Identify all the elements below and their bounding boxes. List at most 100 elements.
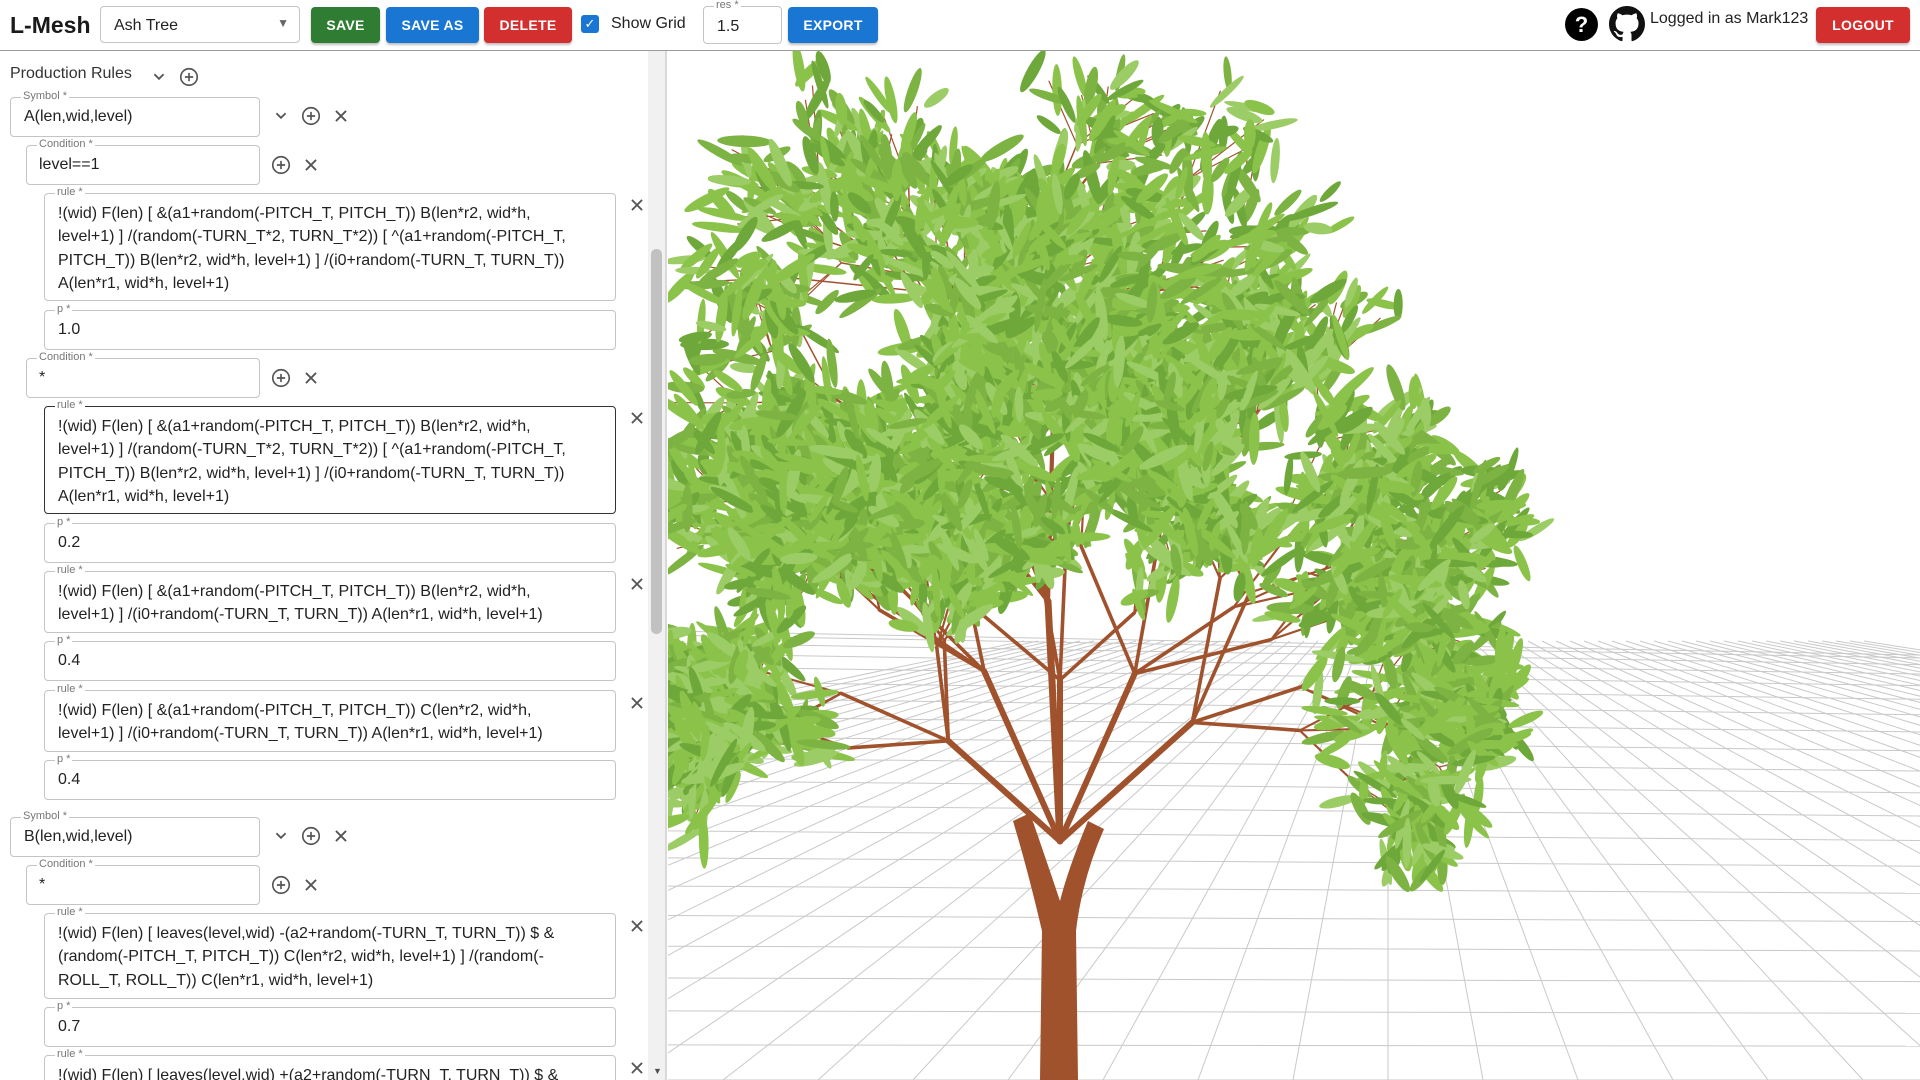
rule-text: !(wid) F(len) [ &(a1+random(-PITCH_T, PI… (58, 205, 566, 293)
save-as-button[interactable]: SAVE AS (386, 7, 479, 43)
grid-line (1611, 640, 1920, 746)
condition-value: * (39, 876, 46, 893)
rule-text: !(wid) F(len) [ &(a1+random(-PITCH_T, PI… (58, 418, 566, 506)
grid-line (1457, 640, 1864, 1080)
probability-value: 0.4 (58, 771, 81, 788)
symbol-label: Symbol * (21, 90, 70, 103)
probability-value: 0.4 (58, 652, 81, 669)
add-circle-icon[interactable] (178, 66, 200, 88)
chevron-down-icon[interactable] (148, 66, 170, 88)
branch (945, 737, 1063, 844)
close-icon[interactable] (300, 874, 322, 896)
grid-line (668, 1010, 1920, 1014)
probability-value: 0.7 (58, 1018, 81, 1035)
symbol-value: B(len,wid,level) (24, 828, 133, 845)
user-status: Logged in as Mark123 (1650, 10, 1809, 27)
delete-button[interactable]: DELETE (484, 7, 572, 43)
condition-field[interactable]: Condition * * (26, 351, 260, 398)
add-circle-icon[interactable] (300, 105, 322, 127)
chevron-down-icon[interactable] (270, 105, 292, 127)
rule-field[interactable]: rule * !(wid) F(len) [ &(a1+random(-PITC… (44, 683, 616, 752)
close-icon[interactable] (626, 692, 648, 714)
grid-line (1555, 640, 1920, 806)
close-icon[interactable] (300, 367, 322, 389)
res-value: 1.5 (717, 18, 740, 35)
show-grid-label: Show Grid (611, 15, 686, 32)
grid-line (1597, 640, 1920, 758)
probability-field[interactable]: p * 0.7 (44, 1000, 616, 1047)
probability-label: p * (55, 303, 73, 316)
close-icon[interactable] (330, 825, 352, 847)
grid-line (668, 885, 1920, 894)
condition-value: * (39, 369, 46, 386)
grid-line (1541, 640, 1920, 828)
top-toolbar: L-Mesh Ash Tree ▼ SAVE SAVE AS DELETE ✓ … (0, 0, 1920, 51)
branch (1057, 719, 1196, 844)
grid-line (1653, 640, 1920, 718)
panel-scrollbar[interactable]: ▼ (648, 51, 665, 1080)
grid-line (668, 857, 1920, 867)
panel-divider[interactable] (665, 51, 667, 1080)
rule-field[interactable]: rule * !(wid) F(len) [ &(a1+random(-PITC… (44, 186, 616, 301)
probability-field[interactable]: p * 0.4 (44, 634, 616, 681)
grid-line (1709, 640, 1920, 691)
grid-line (1751, 640, 1920, 677)
production-rules-panel: Production Rules Symbol * A(len,wid,leve… (0, 51, 667, 1080)
show-grid-checkbox[interactable]: ✓ (581, 15, 599, 33)
symbol-label: Symbol * (21, 810, 70, 823)
grid-line (1779, 640, 1920, 669)
add-circle-icon[interactable] (300, 825, 322, 847)
save-button[interactable]: SAVE (311, 7, 380, 43)
rule-label: rule * (55, 186, 85, 199)
rule-field[interactable]: rule * !(wid) F(len) [ &(a1+random(-PITC… (44, 399, 616, 514)
rule-field[interactable]: rule * !(wid) F(len) [ leaves(level,wid)… (44, 906, 616, 999)
rule-text: !(wid) F(len) [ leaves(level,wid) +(a2+r… (58, 1067, 559, 1080)
github-icon[interactable] (1609, 6, 1645, 42)
add-circle-icon[interactable] (270, 874, 292, 896)
model-select[interactable]: Ash Tree ▼ (100, 6, 300, 43)
close-icon[interactable] (330, 105, 352, 127)
help-icon[interactable]: ? (1565, 8, 1598, 41)
chevron-down-icon[interactable] (270, 825, 292, 847)
grid-line (668, 757, 1920, 772)
add-circle-icon[interactable] (270, 154, 292, 176)
tree-scene[interactable] (668, 51, 1920, 1080)
close-icon[interactable] (300, 154, 322, 176)
grid-line (1625, 640, 1920, 736)
close-icon[interactable] (626, 1057, 648, 1079)
scrollbar-thumb[interactable] (651, 249, 662, 634)
rule-label: rule * (55, 683, 85, 696)
rule-text: !(wid) F(len) [ &(a1+random(-PITCH_T, PI… (58, 583, 543, 624)
rule-field[interactable]: rule * !(wid) F(len) [ &(a1+random(-PITC… (44, 564, 616, 633)
add-circle-icon[interactable] (270, 367, 292, 389)
grid-line (668, 945, 1920, 952)
probability-label: p * (55, 1000, 73, 1013)
probability-label: p * (55, 516, 73, 529)
grid-line (1197, 640, 1361, 1080)
condition-field[interactable]: Condition * * (26, 858, 260, 905)
grid-line (1583, 640, 1920, 772)
res-input[interactable]: res * 1.5 (703, 0, 782, 44)
close-icon[interactable] (626, 194, 648, 216)
logout-button[interactable]: LOGOUT (1816, 7, 1910, 43)
close-icon[interactable] (626, 573, 648, 595)
grid-line (1821, 640, 1920, 659)
symbol-field[interactable]: Symbol * B(len,wid,level) (10, 810, 260, 857)
close-icon[interactable] (626, 915, 648, 937)
probability-field[interactable]: p * 1.0 (44, 303, 616, 350)
close-icon[interactable] (626, 407, 648, 429)
condition-label: Condition * (37, 351, 95, 364)
rule-label: rule * (55, 399, 85, 412)
grid-line (1471, 640, 1920, 1047)
scroll-down-arrow-icon[interactable]: ▼ (653, 1066, 662, 1076)
rule-field[interactable]: rule * !(wid) F(len) [ leaves(level,wid)… (44, 1048, 616, 1080)
condition-field[interactable]: Condition * level==1 (26, 138, 260, 185)
symbol-value: A(len,wid,level) (24, 108, 133, 125)
export-button[interactable]: EXPORT (788, 7, 878, 43)
symbol-field[interactable]: Symbol * A(len,wid,level) (10, 90, 260, 137)
probability-field[interactable]: p * 0.4 (44, 753, 616, 800)
3d-viewport[interactable] (668, 51, 1920, 1080)
grid-line (668, 830, 1920, 841)
model-select-value: Ash Tree (114, 17, 179, 34)
probability-field[interactable]: p * 0.2 (44, 516, 616, 563)
